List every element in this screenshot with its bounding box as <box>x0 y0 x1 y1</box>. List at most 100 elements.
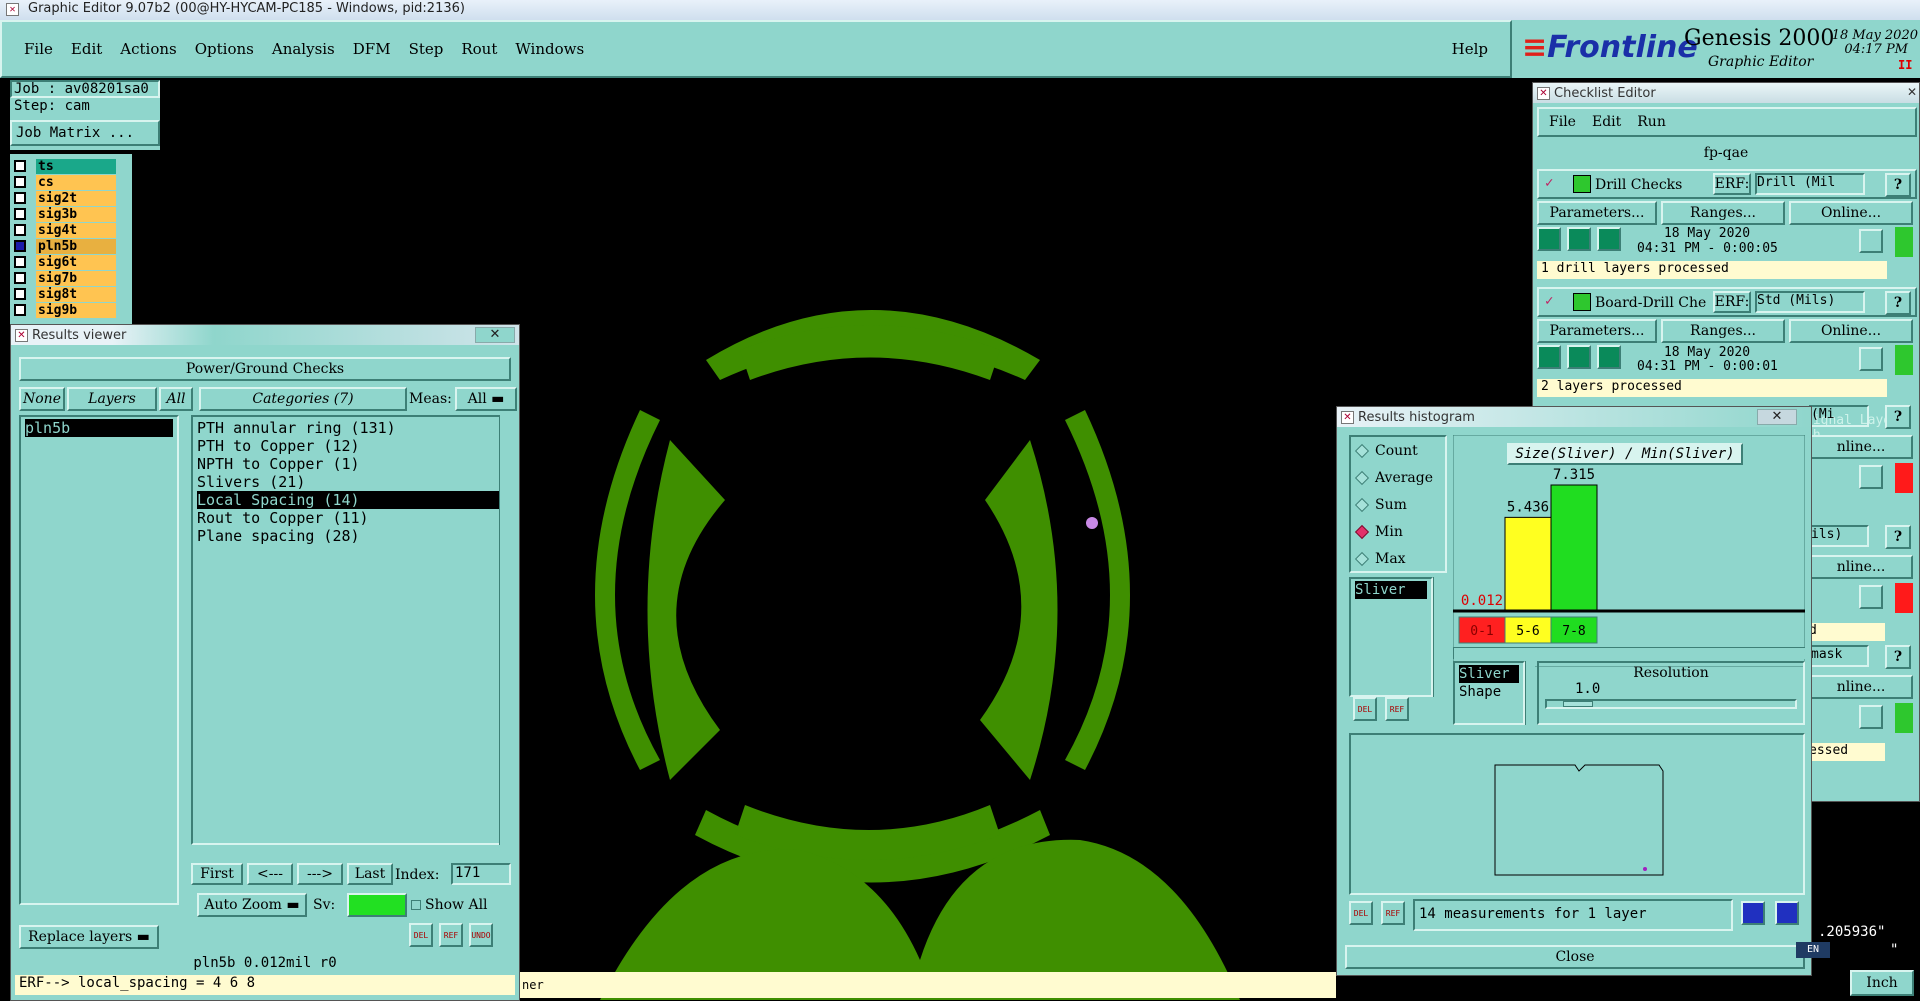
category-list[interactable]: Sliver Shape <box>1453 661 1525 725</box>
list-item[interactable]: Sliver <box>1459 665 1519 683</box>
list-item[interactable]: PTH annular ring (131) <box>197 419 501 437</box>
online-button[interactable]: nline... <box>1809 435 1913 459</box>
list-item[interactable]: Sliver <box>1355 581 1427 599</box>
layer-results-list[interactable]: pln5b <box>19 415 179 905</box>
zoom-icon[interactable] <box>1859 347 1883 371</box>
menu-analysis[interactable]: Analysis <box>272 40 335 58</box>
show-all-checkbox[interactable]: Show All <box>411 897 488 913</box>
layer-row[interactable]: sig6t <box>10 254 132 270</box>
option-min[interactable]: Min <box>1351 518 1445 545</box>
help-button[interactable]: ? <box>1885 405 1911 429</box>
parameters-button[interactable]: Parameters... <box>1537 201 1657 225</box>
categories-scrollbar[interactable] <box>499 415 509 845</box>
result-marker[interactable] <box>1086 517 1098 529</box>
help-button[interactable]: ? <box>1885 173 1911 197</box>
option-count[interactable]: Count <box>1351 437 1445 464</box>
histogram-item-list[interactable]: Sliver <box>1349 577 1433 697</box>
layer-row[interactable]: pln5b <box>10 238 132 254</box>
last-button[interactable]: Last <box>347 863 393 885</box>
auto-zoom-button[interactable]: Auto Zoom ▬ <box>197 893 307 917</box>
job-matrix-button[interactable]: Job Matrix ... <box>10 120 160 146</box>
zoom-icon[interactable] <box>1859 585 1883 609</box>
pause-icon[interactable]: II <box>1898 58 1912 72</box>
run-all-icon[interactable] <box>1567 345 1591 369</box>
help-button[interactable]: ? <box>1885 645 1911 669</box>
online-button[interactable]: Online... <box>1789 201 1913 225</box>
check-mark-icon[interactable]: ✓ <box>1545 293 1553 309</box>
run-icon[interactable] <box>1537 345 1561 369</box>
categories-button[interactable]: Categories (7) <box>199 387 407 411</box>
menu-options[interactable]: Options <box>195 40 254 58</box>
erf-field[interactable]: mask <box>1809 645 1869 667</box>
check-mark-icon[interactable]: ✓ <box>1545 175 1553 191</box>
close-icon[interactable]: ✕ <box>1907 85 1917 99</box>
erf-field[interactable]: Std (Mils) <box>1755 291 1865 313</box>
index-input[interactable]: 171 <box>451 863 511 885</box>
language-indicator[interactable]: EN <box>1796 942 1830 958</box>
layer-row[interactable]: sig2t <box>10 190 132 206</box>
graphics-canvas[interactable] <box>520 280 1310 1000</box>
list-item[interactable]: pln5b <box>25 419 173 437</box>
export-icon[interactable] <box>1741 901 1765 925</box>
unit-button[interactable]: Inch <box>1850 970 1914 996</box>
layer-row[interactable]: cs <box>10 174 132 190</box>
layer-row[interactable]: sig9b <box>10 302 132 318</box>
menu-edit[interactable]: Edit <box>1592 114 1621 130</box>
erf-field[interactable]: ils) <box>1809 525 1869 547</box>
close-button[interactable]: ✕ <box>475 327 515 343</box>
ref-icon[interactable]: REF <box>439 923 463 947</box>
menu-file[interactable]: File <box>24 40 53 58</box>
layout-icon[interactable] <box>1775 901 1799 925</box>
menu-file[interactable]: File <box>1549 114 1576 130</box>
all-button[interactable]: All <box>159 387 193 411</box>
layer-row[interactable]: sig3b <box>10 206 132 222</box>
run-icon[interactable] <box>1537 227 1561 251</box>
online-button[interactable]: nline... <box>1809 555 1913 579</box>
run-all-icon[interactable] <box>1567 227 1591 251</box>
layer-row[interactable]: sig7b <box>10 270 132 286</box>
menu-actions[interactable]: Actions <box>120 40 176 58</box>
list-item[interactable]: Plane spacing (28) <box>197 527 501 545</box>
layers-button[interactable]: Layers <box>67 387 157 411</box>
help-button[interactable]: ? <box>1885 525 1911 549</box>
categories-list[interactable]: PTH annular ring (131) PTH to Copper (12… <box>191 415 507 845</box>
option-sum[interactable]: Sum <box>1351 491 1445 518</box>
list-item[interactable]: Shape <box>1459 683 1519 701</box>
menu-edit[interactable]: Edit <box>71 40 102 58</box>
list-item[interactable]: NPTH to Copper (1) <box>197 455 501 473</box>
online-button[interactable]: Online... <box>1789 319 1913 343</box>
ranges-button[interactable]: Ranges... <box>1661 201 1785 225</box>
list-scrollbar[interactable] <box>1433 577 1445 697</box>
ranges-button[interactable]: Ranges... <box>1661 319 1785 343</box>
stop-icon[interactable] <box>1597 227 1621 251</box>
stop-icon[interactable] <box>1597 345 1621 369</box>
replace-layers-button[interactable]: Replace layers ▬ <box>19 925 159 949</box>
sv-color-select[interactable] <box>347 893 407 917</box>
list-item[interactable]: Slivers (21) <box>197 473 501 491</box>
menu-help[interactable]: Help <box>1452 40 1488 58</box>
menu-dfm[interactable]: DFM <box>353 40 391 58</box>
list-item[interactable]: PTH to Copper (12) <box>197 437 501 455</box>
list-item[interactable]: Local Spacing (14) <box>197 491 501 509</box>
menu-rout[interactable]: Rout <box>461 40 497 58</box>
resolution-slider[interactable] <box>1545 699 1797 709</box>
ref-icon[interactable]: REF <box>1385 697 1409 721</box>
histogram-bar[interactable] <box>1504 516 1552 612</box>
zoom-icon[interactable] <box>1859 705 1883 729</box>
del-icon[interactable]: DEL <box>1349 901 1373 925</box>
none-button[interactable]: None <box>19 387 65 411</box>
menu-step[interactable]: Step <box>409 40 444 58</box>
erf-field[interactable]: (Mi <box>1809 405 1869 427</box>
menu-windows[interactable]: Windows <box>515 40 584 58</box>
prev-button[interactable]: <--- <box>247 863 293 885</box>
parameters-button[interactable]: Parameters... <box>1537 319 1657 343</box>
histogram-bar[interactable] <box>1550 484 1598 612</box>
zoom-icon[interactable] <box>1859 465 1883 489</box>
del-icon[interactable]: DEL <box>1353 697 1377 721</box>
menu-run[interactable]: Run <box>1637 114 1666 130</box>
close-button[interactable]: ✕ <box>1757 409 1797 425</box>
online-button[interactable]: nline... <box>1809 675 1913 699</box>
next-button[interactable]: ---> <box>297 863 343 885</box>
ref-icon[interactable]: REF <box>1381 901 1405 925</box>
zoom-icon[interactable] <box>1859 229 1883 253</box>
